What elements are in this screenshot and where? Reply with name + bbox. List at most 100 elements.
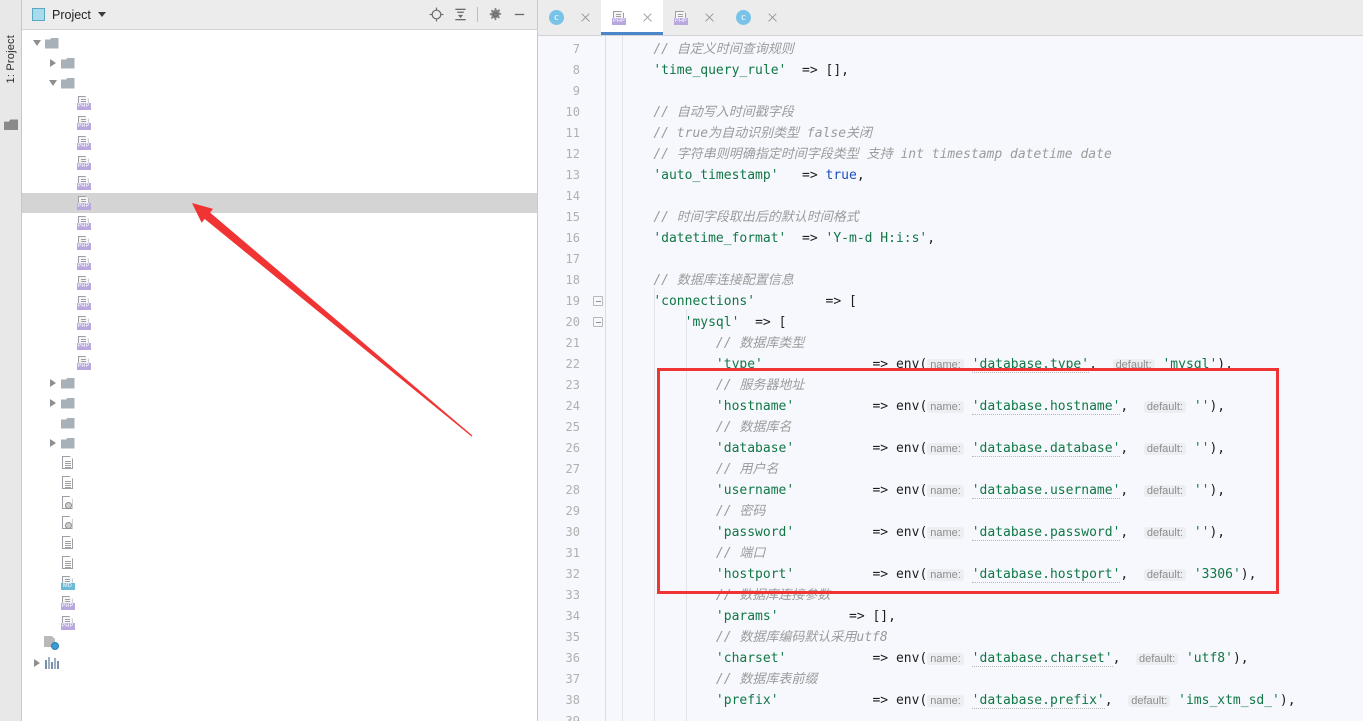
param-hint-default: default: <box>1143 443 1186 455</box>
sidebar-item-project-vertical[interactable]: 1: Project <box>0 4 22 114</box>
collapse-all-icon[interactable] <box>448 3 472 27</box>
tree-item-captcha-php[interactable]: PHP <box>22 133 537 153</box>
chevron-down-icon[interactable] <box>97 12 106 17</box>
close-icon[interactable] <box>766 11 779 24</box>
chevron-right-icon[interactable] <box>30 653 43 673</box>
tree-item-sql-php[interactable]: PHP <box>22 593 537 613</box>
tree-item-view-php[interactable]: PHP <box>22 353 537 373</box>
line-number: 13 <box>565 168 580 182</box>
tree-item-lang-php[interactable]: PHP <box>22 233 537 253</box>
tree-item-vendor[interactable] <box>22 433 537 453</box>
close-icon[interactable] <box>641 11 654 24</box>
code-line-32: 'hostport' => env(name: 'database.hostpo… <box>715 567 1257 583</box>
tree-item--project[interactable] <box>22 473 537 493</box>
tree-item-public[interactable] <box>22 393 537 413</box>
tree-item-runtime[interactable] <box>22 413 537 433</box>
tree-item-scratches-and-consoles[interactable] <box>22 633 537 653</box>
tree-item-composer-lock[interactable] <box>22 513 537 533</box>
minimize-icon[interactable] <box>507 3 531 27</box>
code-content[interactable]: // 自定义时间查询规则 'time_query_rule' => [], //… <box>606 36 1363 721</box>
tree-item-license-txt[interactable] <box>22 533 537 553</box>
tree-item-middleware-php[interactable]: PHP <box>22 273 537 293</box>
tree-item-nginx-htaccess[interactable] <box>22 553 537 573</box>
tree-item-extend[interactable] <box>22 373 537 393</box>
php-file-icon: PHP <box>76 176 91 190</box>
gear-icon[interactable] <box>483 3 507 27</box>
tree-item-console-php[interactable]: PHP <box>22 153 537 173</box>
editor-tab-sql-php[interactable]: PHP <box>663 0 725 35</box>
tree-item-think[interactable]: PHP <box>22 613 537 633</box>
project-window-icon <box>32 8 45 21</box>
editor-tab-basecontroller-php[interactable]: c <box>538 0 601 35</box>
tree-item-config[interactable] <box>22 73 537 93</box>
tree-item-readme-md[interactable]: MD <box>22 573 537 593</box>
code-key: 'hostname' <box>715 399 795 414</box>
chevron-right-icon[interactable] <box>46 373 59 393</box>
code-env-default: '' <box>1193 483 1210 498</box>
tree-item-cookie-php[interactable]: PHP <box>22 173 537 193</box>
fold-toggle-icon[interactable] <box>593 317 603 327</box>
code-function-env: env( <box>895 567 928 582</box>
code-comment: // 数据库名 <box>715 420 792 435</box>
code-key: 'prefix' <box>715 693 779 708</box>
code-line-7: // 自定义时间查询规则 <box>622 39 1363 60</box>
line-number: 24 <box>565 399 580 413</box>
chevron-right-icon[interactable] <box>46 53 59 73</box>
code-env-name: 'database.hostname' <box>971 399 1121 415</box>
editor-tab-electric-php[interactable]: c <box>725 0 788 35</box>
locate-icon-svg <box>429 7 443 22</box>
scratches-icon <box>44 636 59 650</box>
param-hint-default: default: <box>1143 485 1186 497</box>
tree-item-app-php[interactable]: PHP <box>22 93 537 113</box>
locate-icon[interactable] <box>424 3 448 27</box>
code-comment: // 数据库连接参数 <box>715 588 831 603</box>
fold-toggle-icon[interactable] <box>593 296 603 306</box>
tree-item-filesystem-php[interactable]: PHP <box>22 213 537 233</box>
tree-item-log-php[interactable]: PHP <box>22 253 537 273</box>
code-arrow: => <box>872 567 889 582</box>
code-arrow: => <box>872 357 889 372</box>
json-file-icon <box>61 496 75 510</box>
chevron-down-icon[interactable] <box>30 33 43 53</box>
tree-item-route-php[interactable]: PHP <box>22 293 537 313</box>
tree-item-trace-php[interactable]: PHP <box>22 333 537 353</box>
line-number-gutter: 7 8 9 10 11 12 13 14 15 16 17 18 19 20 21 22 23 24 25 26 27 2… <box>538 36 590 721</box>
tree-item-composer-json[interactable] <box>22 493 537 513</box>
code-env-name: 'database.prefix' <box>971 693 1105 709</box>
editor-tab-bar[interactable]: c PHP PHP c <box>538 0 1363 36</box>
tree-item-session-php[interactable]: PHP <box>22 313 537 333</box>
tree-item--[interactable] <box>22 653 537 673</box>
chevron-right-icon[interactable] <box>46 393 59 413</box>
code-line-27: // 用户名 <box>622 459 1363 480</box>
chevron-right-icon[interactable] <box>46 433 59 453</box>
chevron-down-icon[interactable] <box>46 73 59 93</box>
code-value: [], <box>872 609 896 624</box>
code-env-name: 'database.username' <box>971 483 1121 499</box>
text-file-icon <box>61 476 74 490</box>
code-folding-column[interactable] <box>590 36 606 721</box>
json-file-icon <box>61 516 75 530</box>
editor-tab-database-php[interactable]: PHP <box>601 0 663 35</box>
tree-item--env[interactable] <box>22 453 537 473</box>
project-strip-folder-icon[interactable] <box>4 119 18 130</box>
close-icon[interactable] <box>703 11 716 24</box>
code-line-28: 'username' => env(name: 'database.userna… <box>715 483 1226 499</box>
code-function-env: env( <box>895 651 928 666</box>
code-arrow: => <box>872 693 889 708</box>
tree-item-database-php[interactable]: PHP <box>22 193 537 213</box>
line-number: 35 <box>565 630 580 644</box>
code-viewport[interactable]: 7 8 9 10 11 12 13 14 15 16 17 18 19 20 21 22 23 24 25 26 27 2… <box>538 36 1363 721</box>
php-class-icon: c <box>736 10 751 25</box>
tree-item-cache-php[interactable]: PHP <box>22 113 537 133</box>
project-file-tree[interactable]: PHP PHP PHP PHP PHP PHP PHP PHP PHP PHP PHP PHP PHP P… <box>22 30 537 721</box>
close-icon[interactable] <box>579 11 592 24</box>
line-number: 30 <box>565 525 580 539</box>
tree-item-xtm-sd-com[interactable] <box>22 33 537 53</box>
tree-item-app[interactable] <box>22 53 537 73</box>
folder-icon <box>60 397 75 409</box>
text-file-icon <box>61 556 74 570</box>
